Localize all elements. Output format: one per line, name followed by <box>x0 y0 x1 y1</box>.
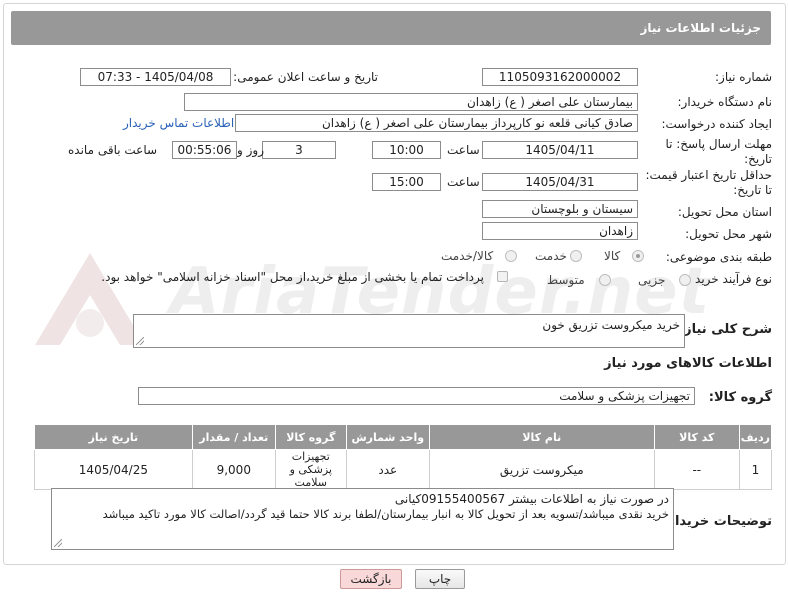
cell-code: -- <box>653 449 740 490</box>
category-radio-goods[interactable] <box>632 250 644 262</box>
validity-date-field: 1405/04/31 <box>482 173 638 191</box>
buyer-org-label: نام دستگاه خریدار: <box>677 95 773 109</box>
table-row: 1 -- میکروست تزریق عدد تجهیزات پزشکی و س… <box>34 449 773 490</box>
reply-date-field: 1405/04/11 <box>482 141 638 159</box>
category-radio-service[interactable] <box>570 250 582 262</box>
remaining-days-field: 3 <box>262 141 336 159</box>
cell-name: میکروست تزریق <box>428 449 655 490</box>
city-field: زاهدان <box>482 222 638 240</box>
buyer-notes-label: توضیحات خریدار: <box>662 514 772 529</box>
treasury-payment-checkbox[interactable] <box>497 271 508 282</box>
goods-info-heading: اطلاعات کالاهای مورد نیاز <box>604 356 772 371</box>
general-desc-textarea: خرید میکروست تزریق خون <box>133 314 685 348</box>
announce-label: تاریخ و ساعت اعلان عمومی: <box>233 70 378 84</box>
resize-grip-icon[interactable] <box>136 337 144 345</box>
requester-label: ایجاد کننده درخواست: <box>661 117 772 131</box>
need-number-label: شماره نیاز: <box>715 70 772 84</box>
goods-group-field: تجهیزات پزشکی و سلامت <box>138 387 695 405</box>
cell-group: تجهیزات پزشکی و سلامت <box>274 449 347 490</box>
process-option-minor: جزیی <box>638 273 666 287</box>
panel-header: جزئیات اطلاعات نیاز <box>11 11 771 45</box>
general-desc-label: شرح کلی نیاز: <box>678 322 772 337</box>
buyer-contact-link[interactable]: اطلاعات تماس خریدار <box>123 116 234 130</box>
province-label: استان محل تحویل: <box>677 205 772 219</box>
days-label: روز و <box>237 143 264 157</box>
process-radio-medium[interactable] <box>599 274 611 286</box>
buyer-org-field: بیمارستان علی اصغر ( ع) زاهدان <box>184 93 638 111</box>
category-radio-goods-service[interactable] <box>505 250 517 262</box>
requester-field: صادق کیانی قلعه نو کارپرداز بیمارستان عل… <box>235 114 638 132</box>
col-group: گروه کالا <box>274 424 347 450</box>
validity-time-field: 15:00 <box>372 173 441 191</box>
treasury-payment-note: پرداخت تمام یا بخشی از مبلغ خرید،از محل … <box>101 270 484 284</box>
process-radio-minor[interactable] <box>679 274 691 286</box>
reply-time-label: ساعت <box>447 143 480 157</box>
col-name: نام کالا <box>428 424 655 450</box>
buyer-notes-line-1: در صورت نیاز به اطلاعات بیشتر 0915540056… <box>394 492 669 506</box>
col-need-date: تاریخ نیاز <box>34 424 193 450</box>
category-option-goods: کالا <box>604 249 621 263</box>
cell-need-date: 1405/04/25 <box>34 449 193 490</box>
need-number-field: 1105093162000002 <box>482 68 638 86</box>
goods-group-label: گروه کالا: <box>708 390 772 405</box>
col-quantity: تعداد / مقدار <box>191 424 276 450</box>
validity-time-label: ساعت <box>447 175 480 189</box>
remaining-time-field: 00:55:06 <box>172 141 237 159</box>
col-row: ردیف <box>738 424 773 450</box>
price-validity-label: حداقل تاریخ اعتبار قیمت: تا تاریخ: <box>645 168 772 197</box>
back-button[interactable]: بازگشت <box>340 569 402 589</box>
print-button[interactable]: چاپ <box>415 569 465 589</box>
province-field: سیستان و بلوچستان <box>482 200 638 218</box>
category-option-goods-service: کالا/خدمت <box>441 249 494 263</box>
category-label: طبقه بندی موضوعی: <box>665 250 772 264</box>
table-header-row: ردیف کد کالا نام کالا واحد شمارش گروه کا… <box>34 424 773 450</box>
panel-title: جزئیات اطلاعات نیاز <box>640 21 761 35</box>
cell-unit: عدد <box>345 449 430 490</box>
announce-field: 1405/04/08 - 07:33 <box>80 68 231 86</box>
category-option-service: خدمت <box>535 249 567 263</box>
city-label: شهر محل تحویل: <box>685 227 772 241</box>
reply-deadline-label: مهلت ارسال پاسخ: تا تاریخ: <box>665 137 772 166</box>
col-unit: واحد شمارش <box>345 424 430 450</box>
buyer-notes-line-2: خرید نقدی میباشد/تسویه بعد از تحویل کالا… <box>102 507 669 521</box>
goods-table: ردیف کد کالا نام کالا واحد شمارش گروه کا… <box>34 424 773 490</box>
purchase-process-label: نوع فرآیند خرید : <box>687 272 772 286</box>
buyer-notes-textarea: در صورت نیاز به اطلاعات بیشتر 0915540056… <box>51 488 674 550</box>
col-code: کد کالا <box>653 424 740 450</box>
cell-quantity: 9,000 <box>191 449 276 490</box>
cell-row: 1 <box>738 449 773 490</box>
general-desc-text: خرید میکروست تزریق خون <box>542 318 680 332</box>
reply-time-field: 10:00 <box>372 141 441 159</box>
resize-grip-icon[interactable] <box>54 539 62 547</box>
remaining-label: ساعت باقی مانده <box>68 143 158 157</box>
process-option-medium: متوسط <box>547 273 585 287</box>
